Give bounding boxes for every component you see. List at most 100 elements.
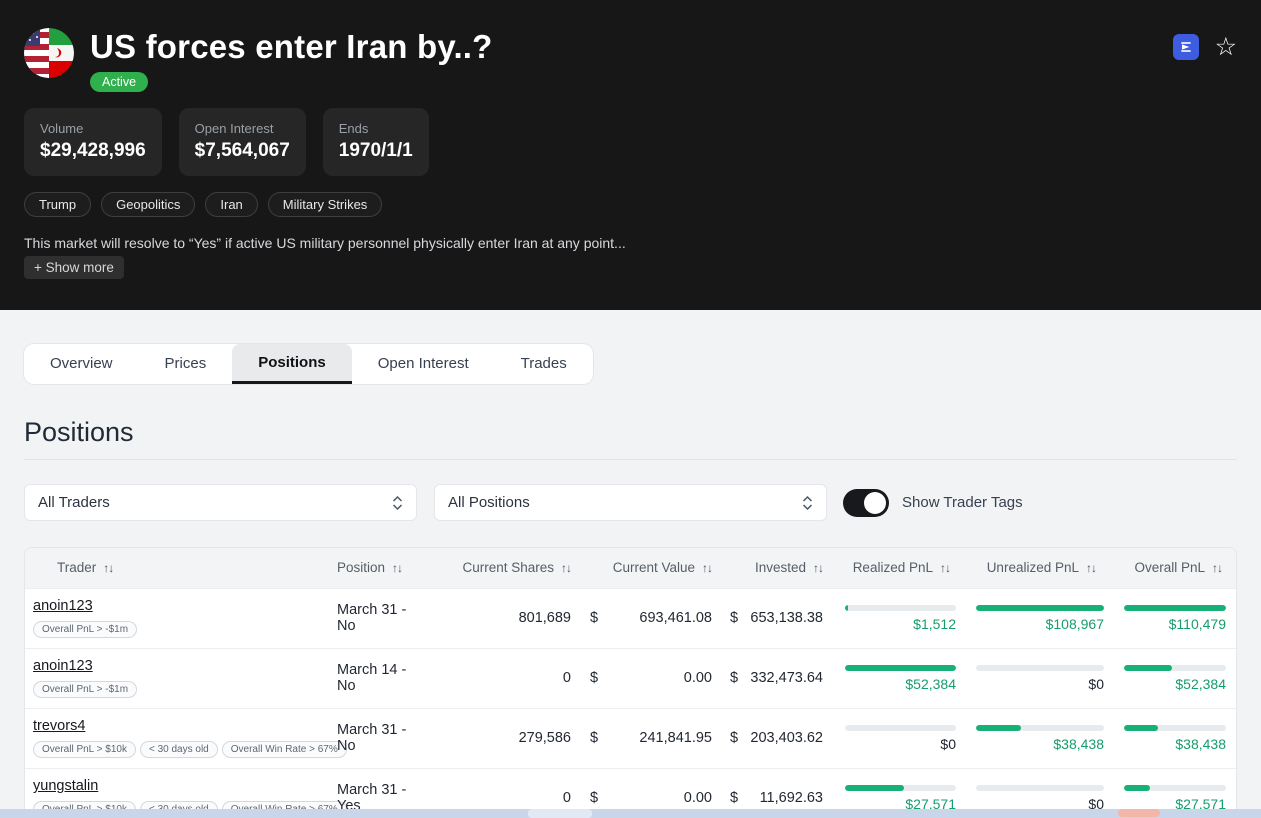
tab[interactable]: Overview	[24, 344, 139, 384]
col-current-shares: Current Shares	[462, 560, 554, 576]
realized-pnl-cell: $0	[845, 724, 976, 752]
sort-icon[interactable]: ↑↓	[392, 561, 403, 575]
col-position: Position	[337, 560, 386, 576]
position-cell: March 31 - No	[307, 587, 425, 648]
col-realized-pnl: Realized PnL	[852, 560, 933, 576]
invested-cell: 203,403.62	[737, 707, 845, 768]
market-tag[interactable]: Geopolitics	[101, 192, 196, 217]
market-tag[interactable]: Military Strikes	[267, 192, 383, 217]
market-avatar	[24, 28, 74, 78]
unrealized-pnl-cell: $38,438	[976, 724, 1124, 752]
trader-link[interactable]: yungstalin	[33, 778, 98, 794]
overall-pnl-cell: $27,571	[1124, 784, 1236, 812]
toggle-label: Show Trader Tags	[902, 494, 1023, 511]
sort-icon[interactable]: ↑↓	[103, 561, 114, 575]
table-row: trevors4 Overall PnL > $10k < 30 days old…	[25, 707, 1236, 768]
scrollbar-thumb[interactable]	[528, 809, 592, 818]
tab[interactable]: Trades	[495, 344, 593, 384]
realized-pnl-cell: $52,384	[845, 664, 976, 692]
pnl-bar	[976, 664, 1104, 671]
tab[interactable]: Prices	[139, 344, 233, 384]
trader-tags: Overall PnL > -$1m	[33, 621, 307, 638]
sort-icon[interactable]: ↑↓	[940, 561, 951, 575]
stat-label: Ends	[338, 121, 369, 136]
sort-icon[interactable]: ↑↓	[813, 561, 824, 575]
unrealized-pnl-cell: $108,967	[976, 604, 1124, 632]
pnl-bar	[1124, 784, 1226, 791]
chevron-updown-icon	[392, 495, 403, 510]
currency-symbol: $	[573, 647, 598, 708]
pnl-bar	[845, 664, 956, 671]
horizontal-scrollbar[interactable]	[0, 809, 1261, 818]
position-cell: March 31 - No	[307, 707, 425, 768]
current-value-cell: 0.00	[595, 647, 715, 708]
market-tags: Trump Geopolitics Iran Military Strikes	[24, 192, 1237, 217]
pnl-bar	[976, 784, 1104, 791]
col-overall-pnl: Overall PnL	[1134, 560, 1205, 576]
stat-card: Ends 1970/1/1	[322, 108, 429, 176]
market-tag[interactable]: Iran	[205, 192, 258, 217]
trader-tags: Overall PnL > $10k< 30 days oldOverall W…	[33, 741, 347, 758]
trader-link[interactable]: anoin123	[33, 658, 93, 674]
trader-tag-chip: Overall PnL > -$1m	[33, 621, 138, 638]
col-current-value: Current Value	[612, 560, 695, 576]
shares-cell: 0	[425, 647, 573, 708]
stat-value: 1970/1/1	[338, 140, 413, 161]
currency-symbol: $	[573, 707, 598, 768]
positions-table: Trader ↑↓ Position ↑↓ Current Shares ↑↓ Cur…	[24, 547, 1237, 818]
pnl-bar	[976, 604, 1104, 611]
pnl-bar	[845, 604, 956, 611]
sort-icon[interactable]: ↑↓	[561, 561, 572, 575]
pnl-bar	[845, 724, 956, 731]
toggle-knob	[864, 491, 886, 514]
trader-tag-chip: Overall PnL > -$1m	[33, 681, 138, 698]
currency-symbol: $	[715, 587, 738, 648]
divider	[24, 459, 1237, 460]
trader-tags: Overall PnL > -$1m	[33, 681, 307, 698]
market-stats: Volume $29,428,996 Open Interest $7,564,…	[24, 108, 1237, 176]
unrealized-pnl-cell: $0	[976, 664, 1124, 692]
status-badge: Active	[90, 72, 149, 92]
stat-label: Volume	[40, 121, 84, 136]
market-header: US forces enter Iran by..? Active ☆ Volu…	[0, 0, 1261, 310]
shares-cell: 801,689	[425, 587, 573, 648]
trader-tag-chip: < 30 days old	[139, 741, 218, 758]
tab[interactable]: Open Interest	[352, 344, 495, 384]
market-description: This market will resolve to “Yes” if act…	[24, 235, 626, 251]
stat-value: $7,564,067	[194, 140, 290, 161]
sort-icon[interactable]: ↑↓	[702, 561, 713, 575]
analytics-logo-icon[interactable]	[1172, 34, 1199, 60]
table-header-row: Trader ↑↓ Position ↑↓ Current Shares ↑↓ Cur…	[25, 548, 1236, 588]
pnl-bar	[1124, 664, 1226, 671]
overall-pnl-cell: $38,438	[1124, 724, 1236, 752]
show-more-button[interactable]: + Show more	[24, 256, 124, 279]
realized-pnl-cell: $27,571	[845, 784, 976, 812]
trader-link[interactable]: trevors4	[33, 718, 85, 734]
col-spacer	[573, 548, 595, 588]
chevron-updown-icon	[802, 495, 813, 510]
tab-bar: Overview Prices Positions Open Interest …	[24, 344, 593, 384]
trader-tag-chip: Overall PnL > $10k	[33, 741, 136, 758]
table-row: anoin123 Overall PnL > -$1m March 14 - N…	[25, 647, 1236, 708]
trader-tags-toggle[interactable]	[843, 488, 889, 517]
invested-cell: 332,473.64	[737, 647, 845, 708]
favorite-star-icon[interactable]: ☆	[1215, 34, 1237, 60]
current-value-cell: 693,461.08	[595, 587, 715, 648]
table-row: anoin123 Overall PnL > -$1m March 31 - N…	[25, 587, 1236, 648]
stat-card: Open Interest $7,564,067	[178, 108, 306, 176]
pnl-bar	[1124, 724, 1226, 731]
col-unrealized-pnl: Unrealized PnL	[986, 560, 1079, 576]
col-spacer	[715, 548, 737, 588]
invested-cell: 653,138.38	[737, 587, 845, 648]
sort-icon[interactable]: ↑↓	[1212, 561, 1223, 575]
pnl-bar	[1124, 604, 1226, 611]
currency-symbol: $	[573, 587, 598, 648]
positions-select[interactable]: All Positions	[434, 484, 827, 521]
traders-select-value: All Traders	[38, 494, 110, 511]
traders-select[interactable]: All Traders	[24, 484, 417, 521]
stat-label: Open Interest	[194, 121, 274, 136]
market-tag[interactable]: Trump	[24, 192, 92, 217]
trader-link[interactable]: anoin123	[33, 598, 93, 614]
sort-icon[interactable]: ↑↓	[1086, 561, 1097, 575]
tab[interactable]: Positions	[232, 344, 352, 384]
